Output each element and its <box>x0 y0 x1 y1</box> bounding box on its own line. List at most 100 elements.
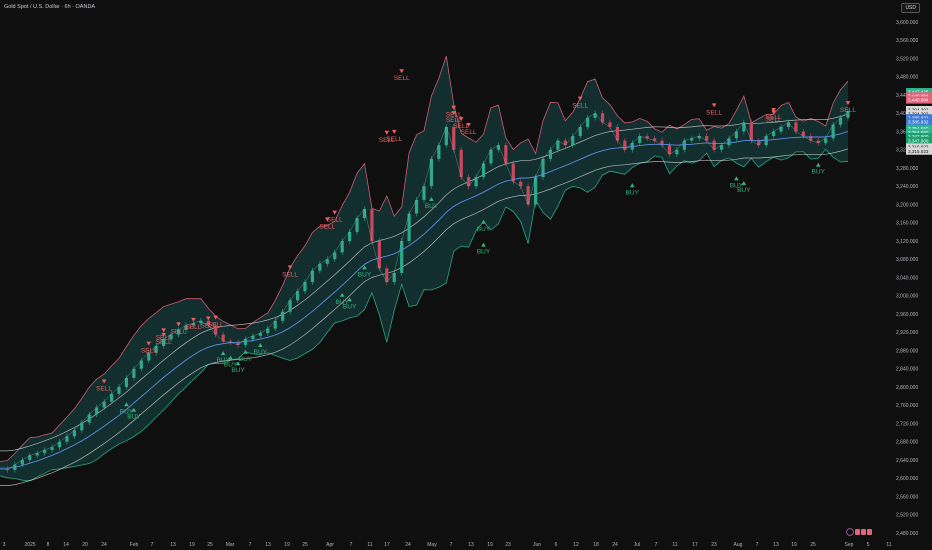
y-tick-label: 3,480.000 <box>896 75 918 81</box>
y-tick-label: 2,640.000 <box>896 458 918 464</box>
y-tick-label: 3,080.000 <box>896 257 918 263</box>
x-tick-label: Apr <box>326 542 334 548</box>
x-tick-label: 3 <box>3 542 6 548</box>
sell-label: SELL <box>572 103 588 110</box>
x-tick-label: Sep <box>845 542 854 548</box>
sell-arrow-icon <box>399 69 404 74</box>
sell-label: SELL <box>319 223 335 230</box>
sell-label: SELL <box>461 129 477 136</box>
y-tick-label: 2,800.000 <box>896 385 918 391</box>
buy-arrow-icon <box>815 162 821 167</box>
price-tag: 3,385.932 <box>906 118 932 126</box>
y-tick-label: 3,200.000 <box>896 202 918 208</box>
currency-button[interactable]: USD <box>901 3 920 13</box>
x-tick-label: 25 <box>810 542 816 548</box>
sell-label: SELL <box>766 116 782 123</box>
y-tick-label: 3,160.000 <box>896 221 918 227</box>
price-tag-label: 3,440.084 <box>908 98 929 103</box>
x-tick-label: 24 <box>612 542 618 548</box>
sell-arrow-icon <box>711 103 717 108</box>
sell-label: SELL <box>156 334 172 341</box>
x-tick-label: 7 <box>655 542 658 548</box>
x-tick-label: 17 <box>384 542 390 548</box>
x-tick-label: 19 <box>284 542 290 548</box>
tradingview-logo-icon <box>846 528 872 536</box>
x-tick-label: 24 <box>101 542 107 548</box>
y-tick-label: 3,120.000 <box>896 239 918 245</box>
y-tick-label: 2,680.000 <box>896 440 918 446</box>
x-tick-label: 11 <box>672 542 677 548</box>
sell-label: SELL <box>840 107 856 114</box>
buy-label: BUY <box>239 356 253 363</box>
buy-label: BUY <box>737 187 751 194</box>
price-tag-label: 3,347.900 <box>908 138 929 143</box>
x-tick-label: 2025 <box>24 542 35 548</box>
sell-label: SELL <box>96 385 112 392</box>
x-tick-label: 7 <box>756 542 759 548</box>
sell-label: SELL <box>141 348 157 355</box>
y-tick-label: 2,480.000 <box>896 531 918 537</box>
y-tick-label: 2,920.000 <box>896 330 918 336</box>
y-tick-label: 2,840.000 <box>896 367 918 373</box>
x-tick-label: 13 <box>468 542 474 548</box>
y-tick-label: 3,280.000 <box>896 166 918 172</box>
sell-arrow-icon <box>332 210 338 215</box>
price-tag-label: 3,385.932 <box>908 120 929 125</box>
x-tick-label: 23 <box>505 542 511 548</box>
x-tick-label: 8 <box>47 542 50 548</box>
y-tick-label: 3,240.000 <box>896 184 918 190</box>
x-tick-label: 23 <box>711 542 717 548</box>
x-tick-label: 7 <box>249 542 252 548</box>
sell-arrow-icon <box>384 130 390 135</box>
sell-label: SELL <box>327 217 343 224</box>
price-tag: 3,315.023 <box>906 147 932 155</box>
y-tick-label: 3,560.000 <box>896 38 918 44</box>
x-tick-label: 25 <box>207 542 213 548</box>
x-tick-label: 7 <box>350 542 353 548</box>
buy-label: BUY <box>425 203 439 210</box>
x-tick-label: 20 <box>82 542 88 548</box>
sell-label: SELL <box>208 322 224 329</box>
sell-label: SELL <box>282 271 298 278</box>
buy-label: BUY <box>477 226 491 233</box>
x-tick-label: 7 <box>151 542 154 548</box>
price-tag: 3,440.084 <box>906 96 932 104</box>
x-tick-label: 5 <box>867 542 870 548</box>
buy-arrow-icon <box>629 183 635 188</box>
x-tick-label: 13 <box>773 542 779 548</box>
y-tick-label: 3,520.000 <box>896 56 918 62</box>
x-tick-label: May <box>427 542 437 548</box>
y-tick-label: 2,560.000 <box>896 494 918 500</box>
x-tick-label: 18 <box>593 542 599 548</box>
buy-arrow-icon <box>481 242 486 247</box>
sell-label: SELL <box>185 324 201 331</box>
buy-arrow-icon <box>734 176 739 181</box>
buy-label: BUY <box>127 414 141 421</box>
y-tick-label: 2,720.000 <box>896 421 918 427</box>
sell-arrow-icon <box>391 129 397 134</box>
buy-label: BUY <box>254 349 268 356</box>
x-tick-label: 24 <box>405 542 411 548</box>
y-tick-label: 2,600.000 <box>896 476 918 482</box>
x-tick-label: Jun <box>533 542 541 548</box>
buy-label: BUY <box>231 367 245 374</box>
sell-label: SELL <box>386 136 402 143</box>
chart[interactable]: SELLBUYBUYSELLSELLSELLSELLSELLSELLSELLBU… <box>0 0 932 550</box>
x-tick-label: 17 <box>692 542 698 548</box>
y-tick-label: 2,880.000 <box>896 348 918 354</box>
x-tick-label: 13 <box>170 542 176 548</box>
price-tag: 3,347.900 <box>906 137 932 145</box>
x-tick-label: 25 <box>302 542 308 548</box>
x-tick-label: 11 <box>367 542 372 548</box>
y-tick-label: 2,520.000 <box>896 513 918 519</box>
x-axis[interactable]: 3 2025 8 14 20 24 Feb 7 13 19 25 Mar 7 13 19 25 Apr 7 11 17… <box>3 542 892 548</box>
buy-label: BUY <box>358 271 372 278</box>
x-tick-label: Aug <box>734 542 743 548</box>
buy-label: BUY <box>477 249 491 256</box>
sell-label: SELL <box>171 328 187 335</box>
sell-label: SELL <box>706 109 722 116</box>
chart-title: Gold Spot / U.S. Dollar · 6h · OANDA <box>4 4 96 10</box>
sell-label: SELL <box>394 75 410 82</box>
x-tick-label: 19 <box>487 542 493 548</box>
x-tick-label: 19 <box>189 542 195 548</box>
